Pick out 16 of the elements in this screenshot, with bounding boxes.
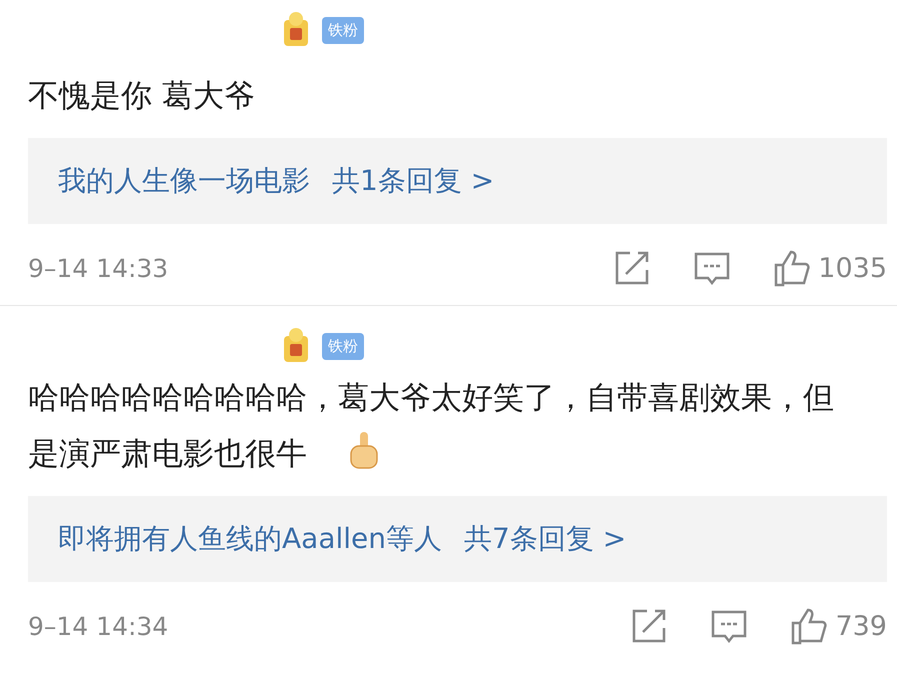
- reply-count: 共1条回复 >: [332, 163, 494, 199]
- like-count: 739: [835, 610, 887, 642]
- comment-text: 不愧是你 葛大爷: [28, 77, 256, 116]
- reply-count: 共7条回复 >: [464, 521, 626, 557]
- comment-text: 哈哈哈哈哈哈哈哈哈，葛大爷太好笑了，自带喜剧效果，但是演严肃电影也很牛: [28, 379, 835, 474]
- fan-badge: 铁粉: [322, 332, 364, 360]
- fan-badge: 铁粉: [322, 16, 364, 44]
- like-icon[interactable]: [789, 606, 830, 646]
- comment-time: 9–14 14:34: [28, 612, 170, 640]
- reply-summary[interactable]: 我的人生像一场电影 共1条回复 >: [28, 138, 887, 224]
- comment-time: 9–14 14:33: [28, 254, 170, 282]
- reply-users: 即将拥有人鱼线的Aaallen等人: [58, 521, 442, 557]
- like-icon[interactable]: [772, 248, 812, 288]
- reply-summary[interactable]: 即将拥有人鱼线的Aaallen等人 共7条回复 >: [28, 496, 887, 582]
- reply-users: 我的人生像一场电影: [58, 163, 310, 199]
- like-count: 1035: [818, 252, 887, 284]
